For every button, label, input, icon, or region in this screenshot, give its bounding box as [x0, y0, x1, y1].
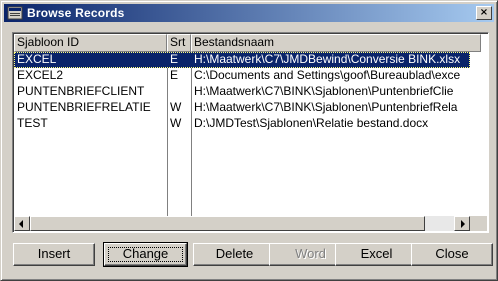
cell-bestandsnaam: H:\Maatwerk\C7\BINK\Sjablonen\Puntenbrie… [194, 84, 454, 98]
cell-srt: E [170, 52, 179, 66]
scrollbar-corner [470, 216, 487, 231]
excel-button[interactable]: Excel [335, 243, 418, 266]
cell-bestandsnaam: C:\Documents and Settings\goof\Bureaubla… [194, 68, 461, 82]
scroll-left-button[interactable] [14, 216, 30, 231]
cell-srt: E [170, 68, 179, 82]
table-row[interactable]: PUNTENBRIEFRELATIE W H:\Maatwerk\C7\BINK… [14, 100, 470, 116]
window-close-button[interactable]: × [476, 6, 492, 20]
table-row[interactable]: EXCEL2 E C:\Documents and Settings\goof\… [14, 68, 470, 84]
delete-button[interactable]: Delete [193, 243, 276, 266]
table-row[interactable]: TEST W D:\JMDTest\Sjablonen\Relatie best… [14, 116, 470, 132]
cell-srt: W [170, 100, 182, 114]
app-icon [7, 6, 23, 20]
cell-bestandsnaam: D:\JMDTest\Sjablonen\Relatie bestand.doc… [194, 116, 429, 130]
scroll-right-button[interactable] [454, 216, 470, 231]
cell-sjabloon-id: PUNTENBRIEFCLIENT [17, 84, 145, 98]
cell-sjabloon-id: EXCEL [17, 52, 57, 66]
column-header-bestandsnaam[interactable]: Bestandsnaam [191, 34, 481, 52]
table-row[interactable]: PUNTENBRIEFCLIENT H:\Maatwerk\C7\BINK\Sj… [14, 84, 470, 100]
arrow-right-icon [461, 220, 465, 228]
table-row[interactable]: EXCEL E H:\Maatwerk\C7\JMDBewind\Convers… [14, 52, 470, 68]
records-table[interactable]: Sjabloon ID Srt Bestandsnaam EXCEL E H:\… [12, 32, 489, 233]
focus-rect [108, 247, 183, 262]
insert-button[interactable]: Insert [13, 243, 95, 266]
cell-sjabloon-id: PUNTENBRIEFRELATIE [17, 100, 151, 114]
horizontal-scrollbar[interactable] [14, 216, 470, 231]
change-button[interactable]: Change [103, 242, 188, 267]
scrollbar-thumb[interactable] [30, 216, 425, 231]
window-title: Browse Records [27, 6, 125, 20]
close-button[interactable]: Close [411, 243, 493, 266]
arrow-left-icon [19, 220, 23, 228]
cell-bestandsnaam: H:\Maatwerk\C7\BINK\Sjablonen\Puntenbrie… [194, 100, 458, 114]
column-header-sjabloon-id[interactable]: Sjabloon ID [14, 34, 167, 52]
cell-sjabloon-id: TEST [17, 116, 48, 130]
cell-sjabloon-id: EXCEL2 [17, 68, 64, 82]
browse-records-window: Browse Records × Sjabloon ID Srt Bestand… [0, 0, 498, 281]
cell-srt: W [170, 116, 182, 130]
cell-bestandsnaam: H:\Maatwerk\C7\JMDBewind\Conversie BINK.… [194, 52, 461, 66]
column-header-srt[interactable]: Srt [167, 34, 191, 52]
close-icon: × [479, 7, 489, 18]
title-bar[interactable]: Browse Records × [4, 4, 494, 22]
